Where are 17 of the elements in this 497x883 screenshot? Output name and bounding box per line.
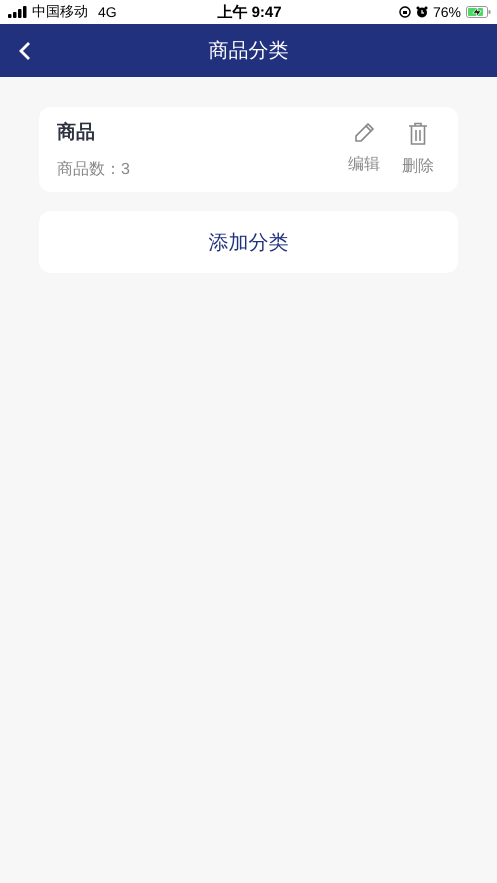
add-category-button[interactable]: 添加分类 (39, 211, 458, 273)
battery-charging-icon (466, 6, 492, 18)
alarm-icon (416, 6, 428, 18)
chevron-left-icon (18, 40, 32, 60)
delete-button[interactable]: 删除 (402, 122, 434, 177)
carrier-name: 中国移动 (32, 3, 88, 21)
rotation-lock-icon (398, 6, 411, 18)
network-type: 4G (98, 4, 117, 20)
trash-icon (407, 122, 429, 146)
edit-button[interactable]: 编辑 (348, 122, 380, 177)
page-title: 商品分类 (208, 39, 290, 64)
pencil-icon (353, 122, 375, 144)
product-count: 商品数：3 (57, 160, 131, 180)
category-name: 商品 (57, 120, 96, 145)
battery-percent: 76% (432, 4, 462, 20)
clock-time: 上午 9:47 (217, 2, 282, 22)
signal-icon (8, 6, 28, 18)
